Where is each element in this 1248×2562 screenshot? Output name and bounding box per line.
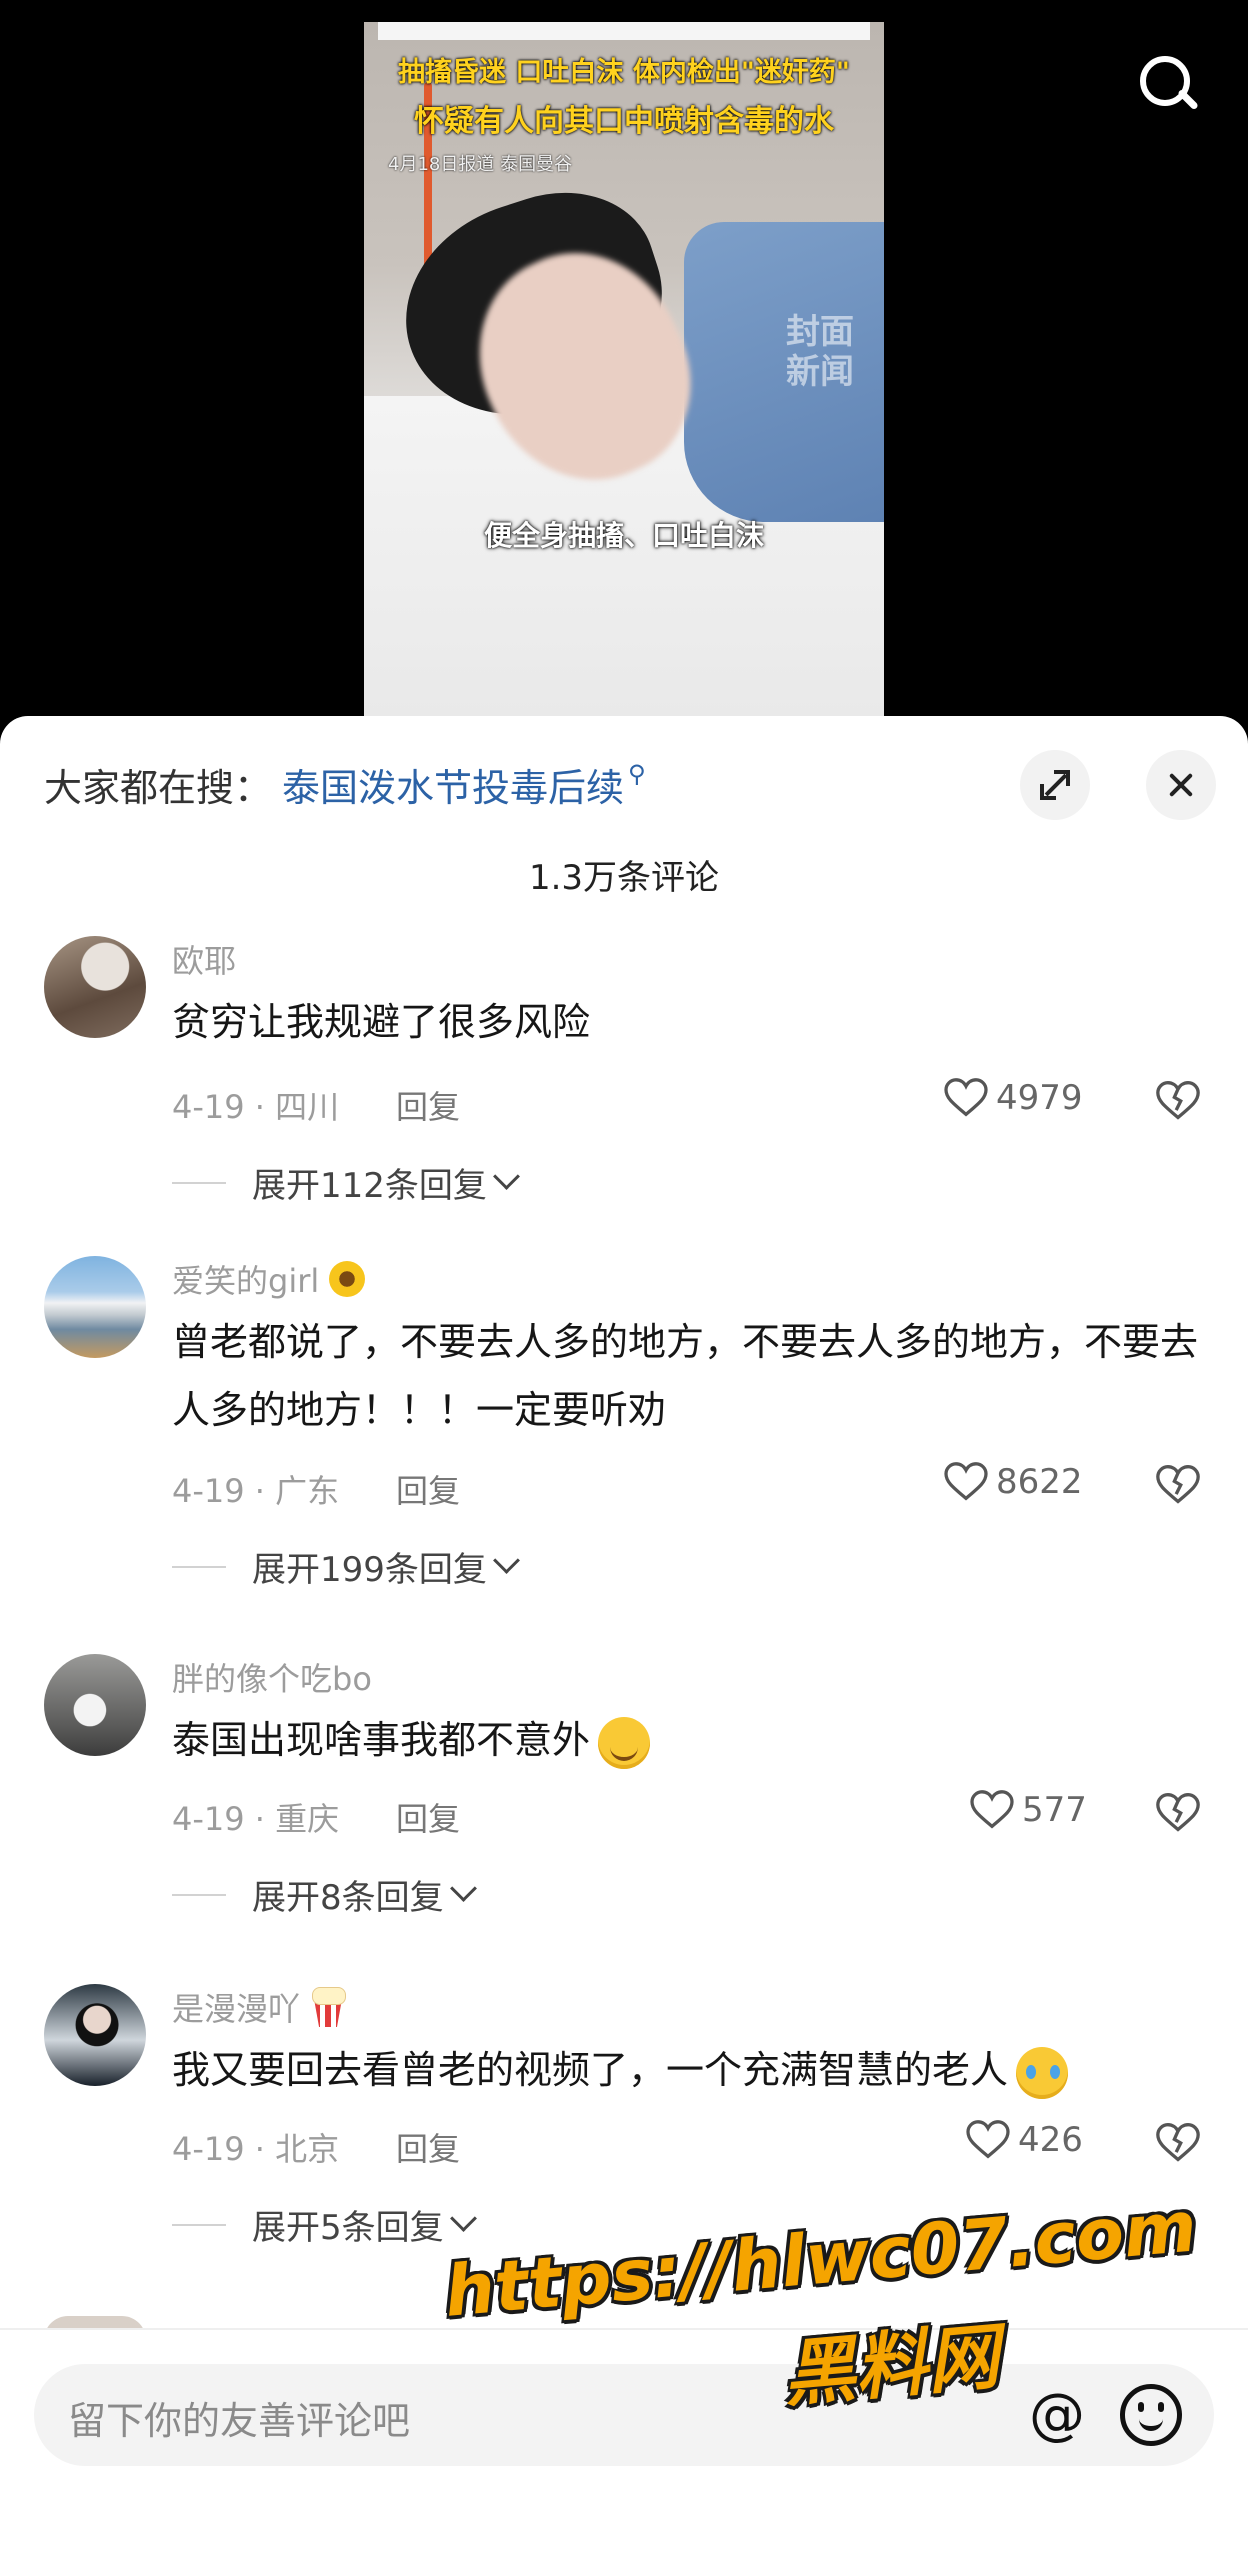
like-button[interactable]: 426 [966, 2120, 1146, 2160]
username-text: 欧耶 [172, 942, 237, 980]
hot-search-term[interactable]: 泰国泼水节投毒后续 [282, 757, 624, 812]
sunflower-icon [325, 1257, 369, 1301]
comment-username[interactable]: 胖的像个吃bo [172, 1654, 372, 1700]
teary-eyed-emoji-icon [1014, 2045, 1070, 2101]
expand-panel-icon[interactable] [1020, 750, 1090, 820]
reply-button[interactable]: 回复 [396, 1794, 460, 1840]
chevron-down-icon [492, 1547, 520, 1574]
search-small-icon: ⚲ [628, 760, 646, 788]
username-text: 胖的像个吃bo [172, 1660, 372, 1698]
like-count: 8622 [996, 1462, 1083, 1502]
like-button[interactable]: 8622 [944, 1462, 1124, 1502]
video-report-date: 4月18日报道 泰国曼谷 [388, 154, 573, 175]
avatar[interactable] [44, 936, 146, 1038]
comment-text-content: 我又要回去看曾老的视频了，一个充满智慧的老人 [172, 2048, 1009, 2092]
comment-meta: 4-19 · 重庆 [172, 1800, 340, 1838]
comment-text: 我又要回去看曾老的视频了，一个充满智慧的老人 [172, 2036, 1202, 2104]
expand-replies-label: 展开5条回复 [252, 2208, 444, 2248]
heart-icon [944, 1078, 988, 1117]
comment-item: 爱笑的girl 曾老都说了，不要去人多的地方，不要去人多的地方，不要去人多的地方… [0, 1256, 1248, 1646]
heart-icon [966, 2120, 1010, 2159]
expand-replies-button[interactable]: 展开199条回复 [172, 1542, 520, 1591]
divider [172, 1181, 226, 1184]
comment-text: 曾老都说了，不要去人多的地方，不要去人多的地方，不要去人多的地方！！！一定要听劝 [172, 1320, 1199, 1432]
expand-replies-button[interactable]: 展开5条回复 [172, 2200, 477, 2249]
broken-heart-icon[interactable] [1156, 2122, 1200, 2164]
popcorn-icon [306, 1985, 350, 2029]
comment-meta: 4-19 · 广东 [172, 1472, 340, 1510]
video-player[interactable]: 抽搐昏迷 口吐白沫 体内检出"迷奸药" 怀疑有人向其口中喷射含毒的水 4月18日… [0, 0, 1248, 716]
comment-username[interactable]: 爱笑的girl [172, 1256, 369, 1302]
like-count: 426 [1018, 2120, 1083, 2160]
comment-meta: 4-19 · 北京 [172, 2130, 340, 2168]
hot-search-label: 大家都在搜： [44, 765, 273, 810]
username-text: 爱笑的girl [172, 1262, 320, 1300]
broken-heart-icon[interactable] [1156, 1080, 1200, 1122]
search-icon[interactable] [1136, 52, 1200, 116]
like-count: 577 [1022, 1790, 1087, 1830]
video-headline-line2: 怀疑有人向其口中喷射含毒的水 [414, 104, 834, 139]
promo-name: 黑料网 [779, 2314, 1003, 2417]
comment-count: 1.3万条评论 [528, 858, 720, 898]
hot-search-bar[interactable]: 大家都在搜： 泰国泼水节投毒后续 ⚲ [44, 756, 646, 812]
avatar[interactable] [44, 1984, 146, 2086]
expand-replies-label: 展开112条回复 [252, 1166, 487, 1206]
chevron-down-icon [449, 2205, 477, 2232]
comment-input-placeholder: 留下你的友善评论吧 [68, 2399, 411, 2443]
reply-button[interactable]: 回复 [396, 2124, 460, 2170]
comment-meta: 4-19 · 四川 [172, 1088, 340, 1126]
expand-replies-label: 展开199条回复 [252, 1550, 487, 1590]
like-count: 4979 [996, 1078, 1083, 1118]
expand-replies-button[interactable]: 展开112条回复 [172, 1158, 520, 1207]
video-headline-line1: 抽搐昏迷 口吐白沫 体内检出"迷奸药" [398, 57, 850, 88]
comment-username[interactable]: 欧耶 [172, 936, 236, 982]
comment-text: 泰国出现啥事我都不意外 [172, 1706, 1202, 1774]
avatar[interactable] [44, 1256, 146, 1358]
video-subtitle: 便全身抽搐、口吐白沫 [483, 519, 764, 552]
comment-text-content: 泰国出现啥事我都不意外 [172, 1718, 591, 1762]
broken-heart-icon[interactable] [1156, 1792, 1200, 1834]
heart-icon [970, 1790, 1014, 1829]
close-icon[interactable] [1146, 750, 1216, 820]
video-watermark: 封面新闻 [786, 312, 854, 392]
video-headline-bar [378, 22, 870, 40]
divider [172, 1893, 226, 1896]
grin-emoji-icon [596, 1715, 652, 1771]
comment-text: 贫穷让我规避了很多风险 [172, 1000, 591, 1044]
divider [172, 1565, 226, 1568]
chevron-down-icon [449, 1875, 477, 1902]
heart-icon [944, 1462, 988, 1501]
reply-button[interactable]: 回复 [396, 1082, 460, 1128]
comment-username[interactable]: 是漫漫吖 [172, 1984, 350, 2030]
username-text: 是漫漫吖 [172, 1990, 301, 2028]
reply-button[interactable]: 回复 [396, 1466, 460, 1512]
expand-replies-button[interactable]: 展开8条回复 [172, 1870, 477, 1919]
expand-replies-label: 展开8条回复 [252, 1878, 444, 1918]
broken-heart-icon[interactable] [1156, 1464, 1200, 1506]
avatar[interactable] [44, 1654, 146, 1756]
chevron-down-icon [492, 1163, 520, 1190]
divider [172, 2223, 226, 2226]
like-button[interactable]: 4979 [944, 1078, 1124, 1118]
like-button[interactable]: 577 [970, 1790, 1150, 1830]
video-frame[interactable]: 抽搐昏迷 口吐白沫 体内检出"迷奸药" 怀疑有人向其口中喷射含毒的水 4月18日… [364, 22, 884, 716]
